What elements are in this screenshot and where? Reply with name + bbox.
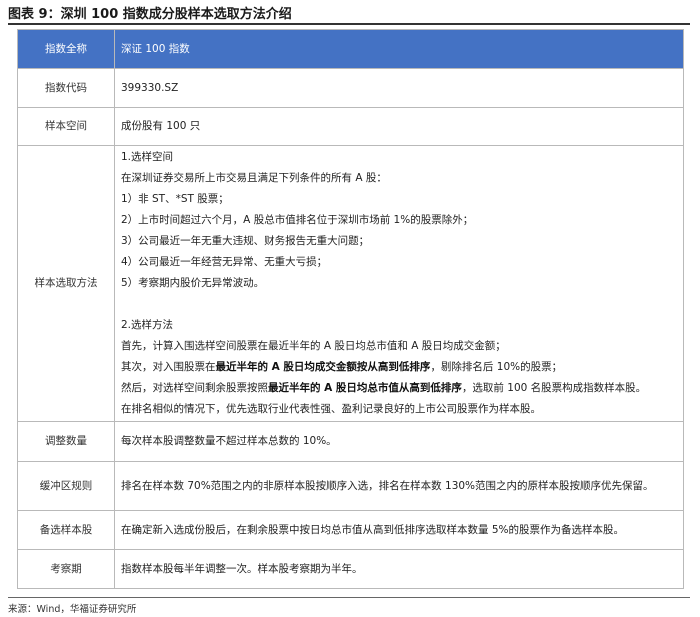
table-row: 考察期 指数样本股每半年调整一次。样本股考察期为半年。 — [17, 549, 684, 589]
row-label-review: 考察期 — [17, 549, 115, 589]
method-note: 在排名相似的情况下，优先选取行业代表性强、盈利记录良好的上市公司股票作为样本股。 — [121, 403, 541, 415]
row-label-space: 样本空间 — [17, 107, 115, 146]
step3-text-end: ，选取前 100 名股票构成指数样本股。 — [461, 382, 647, 394]
header-label: 指数全称 — [17, 29, 115, 69]
step2-text: 其次，对入围股票在 — [121, 361, 216, 373]
method-step-1: 首先，计算入围选样空间股票在最近半年的 A 股日均总市值和 A 股日均成交金额； — [121, 340, 506, 352]
buffer-rule-value: 排名在样本数 70%范围之内的非原样本股按顺序入选，排名在样本数 130%范围之… — [114, 461, 684, 511]
backup-value: 在确定新入选成份股后，在剩余股票中按日均总市值从高到低排序选取样本数量 5%的股… — [114, 510, 684, 550]
condition-item: 5）考察期内股价无异常波动。 — [121, 277, 265, 289]
step3-text: 然后，对选样空间剩余股票按照 — [121, 382, 268, 394]
step2-text-end: ，剔除排名后 10%的股票； — [430, 361, 563, 373]
step2-emphasis: 最近半年的 A 股日均成交金额按从高到低排序 — [215, 361, 431, 373]
table-header-row: 指数全称 深证 100 指数 — [17, 29, 684, 69]
source-divider — [8, 597, 690, 598]
row-label-adjust: 调整数量 — [17, 421, 115, 462]
conditions-intro: 在深圳证券交易所上市交易且满足下列条件的所有 A 股： — [121, 172, 387, 184]
step3-emphasis: 最近半年的 A 股日均总市值从高到低排序 — [268, 382, 462, 394]
title-divider — [8, 23, 690, 25]
section-title-method: 2.选样方法 — [121, 319, 174, 331]
method-step-2: 其次，对入围股票在最近半年的 A 股日均成交金额按从高到低排序，剔除排名后 10… — [121, 357, 675, 378]
condition-item: 4）公司最近一年经营无异常、无重大亏损； — [121, 256, 328, 268]
header-value: 深证 100 指数 — [114, 29, 684, 69]
adjust-value: 每次样本股调整数量不超过样本总数的 10%。 — [114, 421, 684, 462]
table-row: 样本空间 成份股有 100 只 — [17, 107, 684, 146]
table-row: 备选样本股 在确定新入选成份股后，在剩余股票中按日均总市值从高到低排序选取样本数… — [17, 510, 684, 550]
sample-space-value: 成份股有 100 只 — [114, 107, 684, 146]
condition-item: 3）公司最近一年无重大违规、财务报告无重大问题； — [121, 235, 370, 247]
row-label-method: 样本选取方法 — [17, 145, 115, 422]
review-period-value: 指数样本股每半年调整一次。样本股考察期为半年。 — [114, 549, 684, 589]
table-row: 指数代码 399330.SZ — [17, 68, 684, 108]
row-label-buffer: 缓冲区规则 — [17, 461, 115, 511]
method-step-3: 然后，对选样空间剩余股票按照最近半年的 A 股日均总市值从高到低排序，选取前 1… — [121, 378, 675, 399]
index-code-value: 399330.SZ — [114, 68, 684, 108]
index-methodology-table: 指数全称 深证 100 指数 指数代码 399330.SZ 样本空间 成份股有 … — [17, 29, 684, 589]
section-title-space: 1.选样空间 — [121, 151, 174, 163]
source-note: 来源：Wind，华福证券研究所 — [8, 604, 137, 615]
condition-item: 1）非 ST、*ST 股票； — [121, 193, 229, 205]
selection-method-cell: 1.选样空间 在深圳证券交易所上市交易且满足下列条件的所有 A 股： 1）非 S… — [114, 145, 684, 422]
condition-item: 2）上市时间超过六个月，A 股总市值排名位于深圳市场前 1%的股票除外； — [121, 214, 474, 226]
table-row: 样本选取方法 1.选样空间 在深圳证券交易所上市交易且满足下列条件的所有 A 股… — [17, 145, 684, 422]
table-row: 缓冲区规则 排名在样本数 70%范围之内的非原样本股按顺序入选，排名在样本数 1… — [17, 461, 684, 511]
row-label-code: 指数代码 — [17, 68, 115, 108]
figure-title: 图表 9：深圳 100 指数成分股样本选取方法介绍 — [8, 7, 292, 22]
row-label-backup: 备选样本股 — [17, 510, 115, 550]
table-row: 调整数量 每次样本股调整数量不超过样本总数的 10%。 — [17, 421, 684, 462]
